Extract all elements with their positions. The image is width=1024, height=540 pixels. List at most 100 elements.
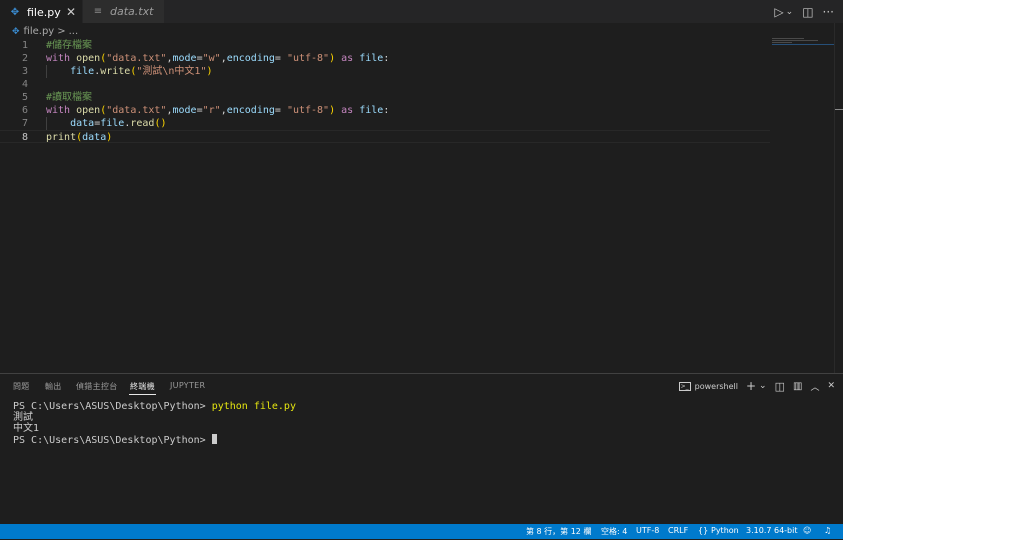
- terminal-icon: >_: [678, 381, 691, 391]
- code-line[interactable]: 7 data=file.read(): [0, 117, 770, 130]
- editor-tab-bar: ✥ file.py ✕ ≡ data.txt ▷ ⌄ ◫ ···: [0, 0, 843, 23]
- terminal-prompt: PS C:\Users\ASUS\Desktop\Python>: [13, 435, 212, 446]
- scrollbar-marker: [835, 109, 843, 110]
- tab-file-py[interactable]: ✥ file.py ✕: [0, 0, 82, 23]
- bottom-panel: 問題 輸出 偵錯主控台 終端機 JUPYTER >_ powershell + …: [0, 373, 843, 524]
- code-line[interactable]: 1 #儲存檔案: [0, 39, 770, 52]
- code-line[interactable]: 2 with open("data.txt",mode="w",encoding=…: [0, 52, 770, 65]
- split-editor-icon[interactable]: ◫: [802, 5, 813, 19]
- code-text: #儲存檔案: [46, 39, 92, 52]
- run-icon[interactable]: ▷: [774, 5, 783, 19]
- code-token: file: [100, 118, 125, 129]
- trash-icon[interactable]: ▥: [793, 381, 802, 392]
- panel-tabs: 問題 輸出 偵錯主控台 終端機 JUPYTER >_ powershell + …: [0, 374, 843, 398]
- text-file-icon: ≡: [93, 6, 103, 17]
- terminal-name[interactable]: powershell: [695, 382, 738, 391]
- status-encoding[interactable]: UTF-8: [636, 526, 659, 535]
- code-token: "data.txt": [106, 53, 167, 64]
- code-token: "utf-8": [286, 53, 330, 64]
- terminal-output-line: 測試: [13, 412, 33, 423]
- panel-actions: >_ powershell + ⌄ ◫ ▥ ︿ ✕: [671, 378, 835, 394]
- code-token: "r": [202, 105, 221, 116]
- add-terminal-icon[interactable]: +: [746, 379, 756, 393]
- tab-problems[interactable]: 問題: [13, 381, 30, 392]
- code-line[interactable]: 6 with open("data.txt",mode="r",encoding=…: [0, 104, 770, 117]
- code-token: =: [274, 53, 287, 64]
- code-text: file.write("測試\n中文1"): [46, 65, 213, 78]
- close-panel-icon[interactable]: ✕: [827, 381, 835, 391]
- line-number: 3: [21, 66, 28, 77]
- terminal-prompt: PS C:\Users\ASUS\Desktop\Python>: [13, 401, 212, 412]
- code-line[interactable]: 8 print(data): [0, 130, 770, 143]
- code-token: :: [383, 105, 390, 116]
- code-token: :: [383, 53, 390, 64]
- code-line[interactable]: 4: [0, 78, 770, 91]
- breadcrumb-separator: >: [57, 26, 66, 37]
- line-number: 7: [21, 118, 28, 129]
- status-cursor-position[interactable]: 第 8 行，第 12 欄: [526, 526, 591, 537]
- code-text: #讀取檔案: [46, 91, 92, 104]
- tab-output[interactable]: 輸出: [45, 381, 62, 392]
- code-token: "測試\n中文1": [136, 66, 207, 77]
- code-line[interactable]: 3 file.write("測試\n中文1"): [0, 65, 770, 78]
- code-token: mode: [172, 53, 197, 64]
- code-token: "utf-8": [286, 105, 330, 116]
- line-number: 6: [21, 105, 28, 116]
- python-file-icon: ✥: [10, 6, 20, 18]
- code-token: (): [154, 118, 167, 129]
- code-token: print: [46, 132, 77, 143]
- status-interpreter[interactable]: 3.10.7 64-bit: [746, 526, 798, 535]
- split-terminal-icon[interactable]: ◫: [775, 380, 785, 393]
- code-token: encoding: [226, 53, 275, 64]
- chevron-down-icon[interactable]: ⌄: [786, 7, 794, 17]
- code-token: data: [82, 132, 107, 143]
- tab-data-txt[interactable]: ≡ data.txt: [82, 0, 164, 23]
- code-token: #儲存檔案: [46, 40, 93, 51]
- vscode-window: ✥ file.py ✕ ≡ data.txt ▷ ⌄ ◫ ··· ✥ file.…: [0, 0, 843, 540]
- code-text: with open("data.txt",mode="r",encoding= …: [46, 104, 389, 117]
- breadcrumb-file[interactable]: file.py: [24, 26, 55, 37]
- code-token: file: [70, 66, 95, 77]
- code-token: open: [76, 53, 101, 64]
- code-text: print(data): [46, 131, 112, 144]
- tab-jupyter[interactable]: JUPYTER: [170, 381, 205, 390]
- code-token: ): [206, 66, 213, 77]
- tab-debug-console[interactable]: 偵錯主控台: [76, 381, 118, 392]
- minimap[interactable]: [772, 38, 834, 52]
- code-token: file: [359, 53, 384, 64]
- status-bar: 第 8 行，第 12 欄 空格: 4 UTF-8 CRLF {} Python …: [0, 524, 843, 539]
- line-number: 4: [21, 79, 28, 90]
- maximize-panel-icon[interactable]: ︿: [810, 380, 819, 393]
- terminal-output-line: 中文1: [13, 423, 40, 434]
- braces-icon: {}: [698, 526, 709, 535]
- bell-icon[interactable]: ♫: [824, 526, 831, 535]
- status-language[interactable]: Python: [711, 526, 739, 535]
- more-actions-icon[interactable]: ···: [823, 5, 834, 19]
- code-token: file: [359, 105, 384, 116]
- terminal-output[interactable]: PS C:\Users\ASUS\Desktop\Python> python …: [13, 401, 296, 446]
- code-token: encoding: [226, 105, 275, 116]
- feedback-icon[interactable]: ☺: [803, 526, 811, 535]
- code-token: write: [100, 66, 131, 77]
- line-number: 2: [21, 53, 28, 64]
- code-token: as: [341, 105, 354, 116]
- tab-terminal[interactable]: 終端機: [129, 381, 156, 395]
- code-token: open: [76, 105, 101, 116]
- terminal-command: python file.py: [211, 401, 296, 412]
- code-editor[interactable]: 1 #儲存檔案 2 with open("data.txt",mode="w",enc…: [0, 39, 843, 373]
- close-icon[interactable]: ✕: [66, 5, 76, 19]
- breadcrumb-more[interactable]: ...: [69, 26, 79, 37]
- code-line[interactable]: 5 #讀取檔案: [0, 91, 770, 104]
- code-token: =: [274, 105, 287, 116]
- status-eol[interactable]: CRLF: [668, 526, 688, 535]
- line-number: 1: [21, 40, 28, 51]
- editor-scrollbar[interactable]: [834, 23, 843, 373]
- code-token: "w": [202, 53, 221, 64]
- status-indentation[interactable]: 空格: 4: [601, 526, 627, 537]
- chevron-down-icon[interactable]: ⌄: [759, 381, 767, 391]
- tab-label: file.py: [27, 5, 61, 19]
- code-token: "data.txt": [106, 105, 167, 116]
- code-token: as: [341, 53, 354, 64]
